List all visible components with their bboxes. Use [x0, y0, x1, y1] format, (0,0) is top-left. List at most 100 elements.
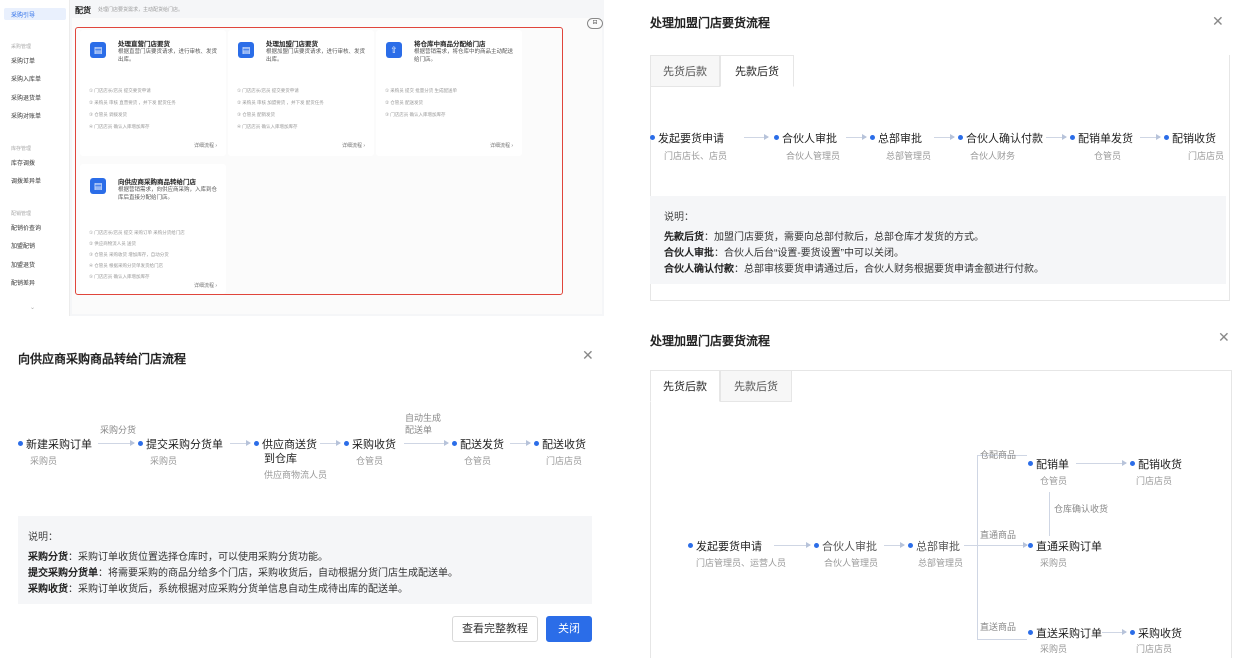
flow-node: 配送发货: [452, 436, 504, 452]
node-label: 合伙人确认付款: [966, 133, 1043, 145]
view-tutorial-button[interactable]: 查看完整教程: [452, 616, 538, 642]
sidebar-item-purchase-return[interactable]: 采购退货单: [11, 93, 41, 102]
flow-arrow: [1046, 134, 1067, 140]
dot-icon: [344, 441, 349, 446]
flow-node: 采购收货: [344, 436, 396, 452]
node-role: 门店店员: [1136, 476, 1173, 486]
tab-goods-first[interactable]: 先货后款: [650, 370, 720, 402]
close-icon[interactable]: ✕: [1218, 330, 1230, 344]
flow-arrow: [774, 542, 811, 548]
close-button[interactable]: 关闭: [546, 616, 592, 642]
chevron-down-icon[interactable]: ⌄: [30, 304, 35, 311]
collapse-icon[interactable]: ⊟: [587, 18, 603, 29]
flow-node: 发起要货申请: [688, 538, 762, 554]
node-label: 新建采购订单: [26, 439, 92, 451]
node-label: 直通采购订单: [1036, 541, 1102, 553]
sidebar-item-purchase-order[interactable]: 采购订单: [11, 56, 35, 65]
node-label: 发起要货申请: [658, 133, 724, 145]
node-role: 门店店长、店员: [664, 151, 728, 161]
flow-arrow: [1140, 134, 1161, 140]
sidebar-item-price-query[interactable]: 配销价查询: [11, 223, 41, 232]
note-key: 提交采购分货单: [28, 568, 98, 579]
flow-node: 总部审批: [870, 130, 922, 146]
flow-arrow: [934, 134, 955, 140]
dot-icon: [18, 441, 23, 446]
node-role: 门店店员: [1136, 644, 1173, 654]
sidebar-group-stock: 库存管理: [11, 146, 32, 152]
dot-icon: [650, 135, 655, 140]
tab-goods-first[interactable]: 先货后款: [650, 55, 720, 87]
flow-arrow: [846, 134, 867, 140]
flow-arrow: [1102, 629, 1127, 635]
sidebar-item-distribution-diff[interactable]: 配销差异: [11, 278, 35, 287]
note-line: 提交采购分货单：将需要采购的商品分给多个门店，采购收货后，自动根据分货门店生成配…: [28, 564, 458, 579]
note-text: ：合伙人后台“设置-要货设置”中可以关闭。: [714, 248, 904, 259]
sidebar: 采购引导 采购管理 采购订单 采购入库单 采购退货单 采购对账单 库存管理 库存…: [0, 0, 70, 316]
node-role: 供应商物流人员: [264, 470, 328, 480]
sidebar-group-distribution: 配销管理: [11, 211, 32, 217]
node-role: 合伙人管理员: [824, 558, 879, 568]
note-line: 合伙人审批：合伙人后台“设置-要货设置”中可以关闭。: [664, 244, 904, 259]
branch-connector: [977, 639, 1027, 640]
note-heading: 说明：: [28, 532, 58, 543]
dot-icon: [1070, 135, 1075, 140]
flow-arrow: [98, 440, 135, 446]
note-text: ：采购订单收货位置选择仓库时，可以使用采购分货功能。: [68, 552, 328, 563]
flow-node: 合伙人审批: [814, 538, 877, 554]
sidebar-item-purchase-guide[interactable]: 采购引导: [11, 10, 35, 19]
note-text: ：加盟门店要货，需要向总部付款后，总部仓库才发货的方式。: [704, 232, 984, 243]
node-role: 采购员: [150, 456, 178, 466]
flow-node: 配销单: [1028, 456, 1069, 472]
node-role: 门店店员: [1188, 151, 1225, 161]
note-text: ：总部审核要货申请通过后，合伙人财务根据要货申请金额进行付款。: [734, 264, 1044, 275]
note-heading: 说明：: [664, 212, 694, 223]
tab-pay-first[interactable]: 先款后货: [720, 55, 794, 87]
dot-icon: [1164, 135, 1169, 140]
flow-node: 配销单发货: [1070, 130, 1133, 146]
node-label: 配销收货: [1138, 459, 1182, 471]
dialog-supplier-flow: 向供应商采购商品转给门店流程 ✕ 采购分货 自动生成 配送单 新建采购订单 采购…: [0, 330, 604, 658]
flow-node: 直通采购订单: [1028, 538, 1102, 554]
node-label: 配销收货: [1172, 133, 1216, 145]
node-label-line2: 到仓库: [264, 453, 297, 465]
dot-icon: [958, 135, 963, 140]
note-line: 先款后货：加盟门店要货，需要向总部付款后，总部仓库才发货的方式。: [664, 228, 984, 243]
node-role: 合伙人财务: [970, 151, 1016, 161]
node-label: 采购收货: [352, 439, 396, 451]
dialog-title: 处理加盟门店要货流程: [650, 334, 771, 348]
dialog-title: 向供应商采购商品转给门店流程: [18, 352, 187, 366]
sidebar-item-purchase-inbound[interactable]: 采购入库单: [11, 74, 41, 83]
note-key: 采购收货: [28, 584, 68, 595]
flow-node: 发起要货申请: [650, 130, 724, 146]
flow-node: 直送采购订单: [1028, 625, 1102, 641]
note-text: ：将需要采购的商品分给多个门店，采购收货后，自动根据分货门店生成配送单。: [98, 568, 458, 579]
edge-label: 采购分货: [100, 425, 137, 435]
tab-pay-first[interactable]: 先款后货: [720, 370, 792, 402]
flow-node: 采购收货: [1130, 625, 1182, 641]
flow-arrow: [744, 134, 769, 140]
branch-label: 仓配商品: [980, 450, 1017, 460]
flow-node: 合伙人确认付款: [958, 130, 1043, 146]
dot-icon: [534, 441, 539, 446]
node-role: 仓管员: [464, 456, 492, 466]
branch-label: 直通商品: [980, 530, 1017, 540]
dot-icon: [1028, 630, 1033, 635]
sidebar-item-stock-transfer[interactable]: 库存调拨: [11, 158, 35, 167]
sidebar-item-join-distribution[interactable]: 加盟配销: [11, 241, 35, 250]
dialog-join-goods-first: 处理加盟门店要货流程 ✕ 先货后款 先款后货 发起要货申请 门店管理员、运营人员…: [630, 320, 1248, 658]
node-role: 仓管员: [1040, 476, 1068, 486]
close-icon[interactable]: ✕: [1212, 14, 1224, 28]
node-label: 总部审批: [916, 541, 960, 553]
dot-icon: [1130, 630, 1135, 635]
node-role: 门店店员: [546, 456, 583, 466]
sidebar-item-transfer-diff[interactable]: 调拨差异单: [11, 176, 41, 185]
node-label: 合伙人审批: [822, 541, 877, 553]
close-icon[interactable]: ✕: [582, 348, 594, 362]
sidebar-item-purchase-reconcile[interactable]: 采购对账单: [11, 111, 41, 120]
page-title: 配货: [75, 6, 91, 15]
flow-node: 配销收货: [1130, 456, 1182, 472]
flow-arrow: [1076, 460, 1127, 466]
note-line: 采购分货：采购订单收货位置选择仓库时，可以使用采购分货功能。: [28, 548, 328, 563]
sidebar-item-join-return[interactable]: 加盟退货: [11, 260, 35, 269]
dot-icon: [1028, 461, 1033, 466]
